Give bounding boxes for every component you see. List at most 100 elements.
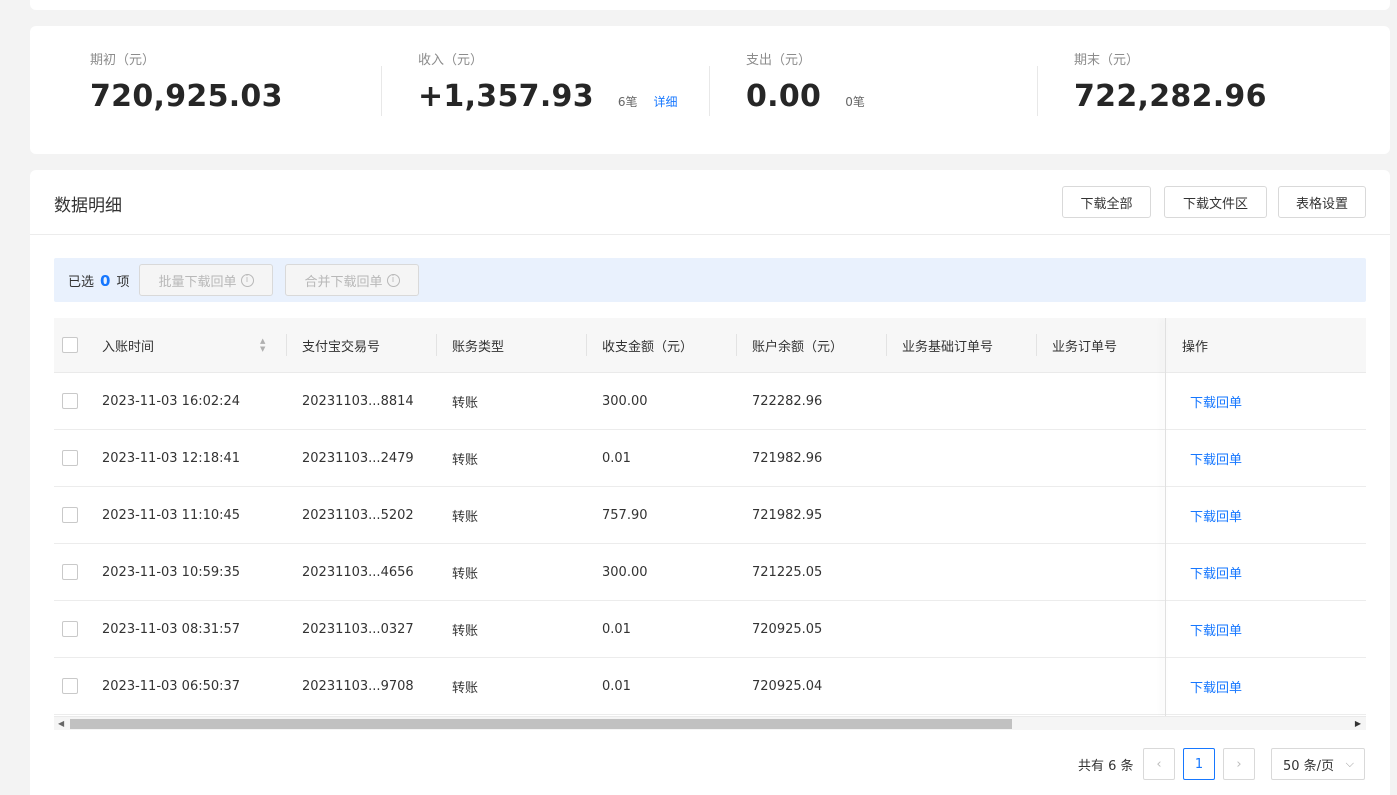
scroll-left-icon[interactable]: ◀	[58, 719, 64, 728]
cell-amount: 0.01	[602, 450, 631, 466]
cell-time: 2023-11-03 12:18:41	[102, 450, 241, 466]
select-all-cell	[62, 318, 78, 372]
stat-expense-label: 支出（元）	[746, 53, 812, 68]
batch-download-button[interactable]: 批量下载回单 i	[139, 264, 273, 296]
selection-count-text: 已选 0 项	[68, 271, 129, 290]
download-receipt-link[interactable]: 下载回单	[1190, 544, 1242, 600]
download-receipt-link[interactable]: 下载回单	[1190, 430, 1242, 486]
download-receipt-link[interactable]: 下载回单	[1190, 487, 1242, 543]
cell-trade-no: 20231103...2479	[302, 450, 414, 466]
summary-card: 期初（元） 720,925.03 收入（元） +1,357.93 6笔 详细 支…	[30, 26, 1390, 154]
selection-bar: 已选 0 项 批量下载回单 i 合并下载回单 i	[54, 258, 1366, 302]
cell-type: 转账	[452, 395, 479, 411]
cell-amount: 757.90	[602, 507, 648, 523]
col-header-base-order: 业务基础订单号	[902, 339, 994, 355]
row-checkbox[interactable]	[62, 564, 78, 580]
cell-trade-no: 20231103...4656	[302, 564, 414, 580]
col-header-balance: 账户余额（元）	[752, 339, 844, 355]
cell-time: 2023-11-03 16:02:24	[102, 393, 241, 409]
stat-closing-label: 期末（元）	[1074, 53, 1140, 68]
page-size-select[interactable]: 50 条/页 ⌵	[1271, 748, 1365, 780]
prev-page-button[interactable]: ‹	[1143, 748, 1175, 780]
stat-divider	[709, 66, 710, 116]
row-checkbox[interactable]	[62, 393, 78, 409]
table-row: 2023-11-03 08:31:57 20231103...0327 转账 0…	[54, 601, 1366, 658]
download-receipt-link[interactable]: 下载回单	[1190, 601, 1242, 657]
row-checkbox[interactable]	[62, 450, 78, 466]
info-icon: i	[240, 273, 254, 287]
col-header-order: 业务订单号	[1052, 339, 1118, 355]
download-all-button[interactable]: 下载全部	[1062, 186, 1151, 218]
batch-download-label: 批量下载回单	[158, 274, 237, 290]
cell-trade-no: 20231103...0327	[302, 621, 414, 637]
stat-income-value: +1,357.93	[418, 79, 594, 114]
top-panel-edge	[30, 0, 1390, 10]
cell-type: 转账	[452, 509, 479, 525]
page-number-button[interactable]: 1	[1183, 748, 1215, 780]
income-detail-link[interactable]: 详细	[654, 93, 678, 110]
stat-opening-value: 720,925.03	[90, 79, 283, 114]
cell-amount: 300.00	[602, 393, 648, 409]
cell-time: 2023-11-03 11:10:45	[102, 507, 241, 523]
cell-balance: 720925.05	[752, 621, 823, 637]
horizontal-scrollbar[interactable]: ◀ ▶	[54, 716, 1366, 730]
cell-type: 转账	[452, 566, 479, 582]
table-row: 2023-11-03 06:50:37 20231103...9708 转账 0…	[54, 658, 1366, 715]
stat-expense-value: 0.00	[746, 79, 822, 114]
merge-download-label: 合并下载回单	[304, 274, 383, 290]
col-header-trade-no: 支付宝交易号	[302, 339, 381, 355]
column-divider	[736, 334, 737, 356]
cell-time: 2023-11-03 08:31:57	[102, 621, 241, 637]
cell-time: 2023-11-03 06:50:37	[102, 678, 241, 694]
card-header: 数据明细 下载全部 下载文件区 表格设置	[30, 170, 1390, 235]
col-header-action: 操作	[1182, 339, 1209, 355]
cell-balance: 721982.96	[752, 450, 823, 466]
column-divider	[286, 334, 287, 356]
table-row: 2023-11-03 12:18:41 20231103...2479 转账 0…	[54, 430, 1366, 487]
row-checkbox[interactable]	[62, 621, 78, 637]
selection-prefix: 已选	[68, 275, 95, 290]
sort-icon[interactable]: ▲ ▼	[260, 338, 265, 353]
stat-divider	[1037, 66, 1038, 116]
selection-count: 0	[100, 272, 111, 290]
scroll-right-icon[interactable]: ▶	[1355, 719, 1361, 728]
cell-type: 转账	[452, 452, 479, 468]
stat-expense-count: 0笔	[845, 95, 865, 109]
row-select-cell	[62, 544, 78, 600]
chevron-down-icon: ⌵	[1345, 757, 1354, 770]
fixed-column-shadow	[1165, 318, 1166, 716]
cell-trade-no: 20231103...5202	[302, 507, 414, 523]
stat-divider	[381, 66, 382, 116]
next-page-button[interactable]: ›	[1223, 748, 1255, 780]
cell-type: 转账	[452, 623, 479, 639]
table-row: 2023-11-03 11:10:45 20231103...5202 转账 7…	[54, 487, 1366, 544]
chevron-right-icon: ›	[1236, 756, 1242, 772]
col-header-amount: 收支金额（元）	[602, 339, 694, 355]
cell-trade-no: 20231103...9708	[302, 678, 414, 694]
stat-opening: 期初（元） 720,925.03	[90, 52, 283, 132]
page-size-value: 50 条/页	[1283, 758, 1335, 774]
stat-income-count: 6笔	[617, 95, 638, 109]
stat-closing-value: 722,282.96	[1074, 79, 1267, 114]
row-checkbox[interactable]	[62, 678, 78, 694]
select-all-checkbox[interactable]	[62, 337, 78, 353]
stat-income: 收入（元） +1,357.93 6笔 详细	[418, 52, 678, 132]
cell-balance: 722282.96	[752, 393, 823, 409]
column-divider	[436, 334, 437, 356]
merge-download-button[interactable]: 合并下载回单 i	[285, 264, 419, 296]
table-settings-button[interactable]: 表格设置	[1278, 186, 1366, 218]
data-detail-card: 数据明细 下载全部 下载文件区 表格设置 已选 0 项 批量下载回单 i 合并下…	[30, 170, 1390, 795]
download-area-button[interactable]: 下载文件区	[1164, 186, 1267, 218]
table-row: 2023-11-03 10:59:35 20231103...4656 转账 3…	[54, 544, 1366, 601]
table-header: 入账时间 ▲ ▼ 支付宝交易号 账务类型 收支金额（元） 账户余额（元） 业务基础…	[54, 318, 1366, 373]
download-receipt-link[interactable]: 下载回单	[1190, 658, 1242, 714]
cell-trade-no: 20231103...8814	[302, 393, 414, 409]
download-receipt-link[interactable]: 下载回单	[1190, 373, 1242, 429]
cell-type: 转账	[452, 680, 479, 696]
cell-balance: 720925.04	[752, 678, 823, 694]
col-header-time[interactable]: 入账时间	[102, 318, 154, 372]
scrollbar-thumb[interactable]	[70, 719, 1012, 729]
row-select-cell	[62, 430, 78, 486]
row-select-cell	[62, 487, 78, 543]
row-checkbox[interactable]	[62, 507, 78, 523]
